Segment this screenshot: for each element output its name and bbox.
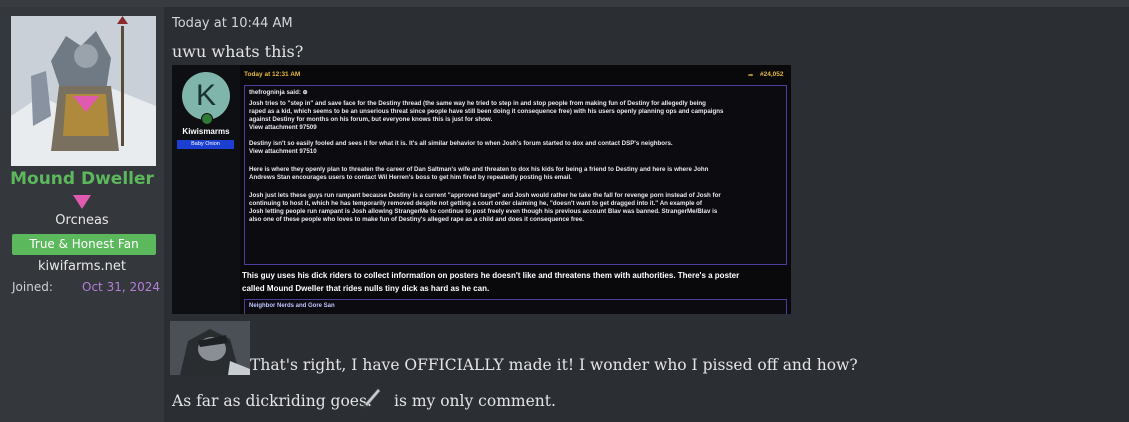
screenshot-body-line: This guy uses his dick riders to collect… <box>242 271 740 280</box>
quote-line: Josh just lets these guys run rampant be… <box>249 192 721 199</box>
post-content: Today at 10:44 AM uwu whats this? K Kiwi… <box>164 7 1129 422</box>
post-text-line1: uwu whats this? <box>172 42 304 61</box>
footer-quote-text: Neighbor Nerds and Gore San <box>249 303 335 309</box>
screenshot-username: Kiwismarms <box>182 127 230 136</box>
screenshot-quote: thefrogninja said: ⊕ Josh tries to "step… <box>244 85 787 265</box>
quote-line: against Destiny for months on his forum,… <box>249 116 493 123</box>
post-text-line3-end: is my only comment. <box>394 392 556 410</box>
post-text-line2: That's right, I have OFFICIALLY made it!… <box>250 356 858 374</box>
user-panel: Mound Dweller Orcneas True & Honest Fan … <box>0 7 164 422</box>
screenshot-footer-quote: Neighbor Nerds and Gore San <box>244 299 787 314</box>
quote-author: thefrogninja said: ⊕ <box>249 89 308 96</box>
user-title: Orcneas <box>55 213 109 228</box>
screenshot-user-panel: K Kiwismarms Baby Onion <box>172 65 240 314</box>
post-timestamp[interactable]: Today at 10:44 AM <box>172 16 293 31</box>
quote-line: Here is where they openly plan to threat… <box>249 166 709 173</box>
screenshot-post-number: #24,052 <box>760 71 784 78</box>
screenshot-user-banner: Baby Onion <box>177 140 234 149</box>
user-site: kiwifarms.net <box>38 259 126 274</box>
quote-line: raped as a kid, which seems to be an uns… <box>249 108 724 115</box>
quote-line: Destiny isn't so easily fooled and sees … <box>249 140 673 147</box>
meme-image[interactable] <box>170 321 250 375</box>
user-marker-icon <box>73 195 91 209</box>
quote-line: Josh letting people run rampant is Josh … <box>249 208 718 215</box>
forum-post: Mound Dweller Orcneas True & Honest Fan … <box>0 7 1129 422</box>
top-strip <box>0 0 1129 7</box>
quote-line: View attachment 97510 <box>249 148 317 155</box>
knife-icon <box>359 386 383 410</box>
screenshot-body-line: called Mound Dweller that rides nulls ti… <box>242 284 490 293</box>
share-icon: ➦ <box>748 72 754 79</box>
quote-line: Josh tries to "step in" and save face fo… <box>249 100 706 107</box>
quote-line: View attachment 97509 <box>249 124 317 131</box>
screenshot-timestamp: Today at 12:31 AM <box>244 71 301 78</box>
post-text-line3-start: As far as dickriding goes: <box>172 392 373 410</box>
online-indicator-icon <box>201 113 213 125</box>
quote-line: continuing to host it, which he has temp… <box>249 200 702 207</box>
user-banner: True & Honest Fan <box>12 234 156 255</box>
embedded-screenshot[interactable]: K Kiwismarms Baby Onion Today at 12:31 A… <box>172 65 791 314</box>
username[interactable]: Mound Dweller <box>0 169 164 189</box>
user-avatar[interactable] <box>11 16 156 166</box>
quote-line: also one of these people who loves to ma… <box>249 216 584 223</box>
quote-line: Andrews Stan encourages users to contact… <box>249 174 572 181</box>
joined-date: Oct 31, 2024 <box>82 280 160 294</box>
joined-label: Joined: <box>12 280 53 294</box>
